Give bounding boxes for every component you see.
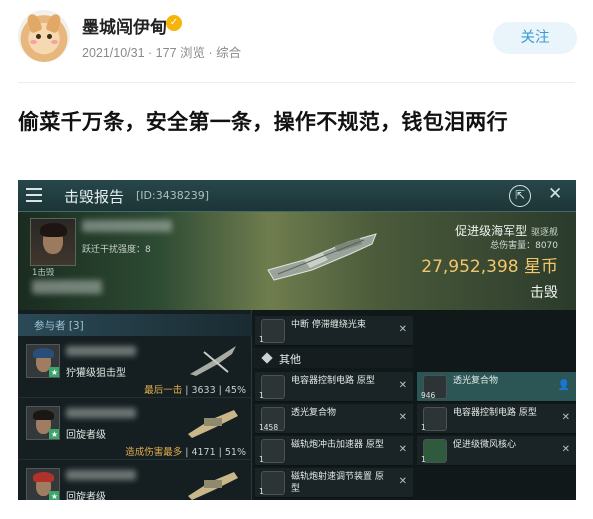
victim-ship-image (267, 233, 377, 281)
participant-avatar: ★ (26, 344, 60, 378)
star-icon: ★ (49, 491, 59, 500)
item-name: 磁轨炮射速调节装置 原型 (291, 472, 384, 494)
redacted-corp (32, 280, 102, 294)
item-row[interactable]: 1458 透光复合物 ✕ (255, 404, 413, 434)
item-row[interactable]: 1 电容器控制电路 原型 ✕ (417, 404, 576, 434)
item-icon (261, 471, 285, 495)
participant-ship-image (188, 472, 238, 500)
item-icon (261, 375, 285, 399)
post-meta: 2021/10/31 · 177 浏览 · 综合 (82, 46, 242, 60)
avatar-eye (36, 34, 41, 39)
item-name: 电容器控制电路 原型 (453, 408, 537, 418)
item-name: 透光复合物 (453, 376, 499, 386)
participant-avatar: ★ (26, 468, 60, 500)
avatar-blush (51, 40, 58, 44)
participant-ship-image (190, 346, 236, 376)
participant-avatar: ★ (26, 406, 60, 440)
item-row[interactable]: 1 促进级微风核心 ✕ (417, 436, 576, 466)
victim-portrait (30, 218, 76, 266)
close-icon: ✕ (398, 444, 407, 455)
verified-badge-icon: ✓ (166, 15, 182, 31)
person-icon: 👤 (557, 380, 570, 391)
item-icon (261, 439, 285, 463)
killmail-id: [ID:3438239] (136, 189, 209, 202)
close-icon: ✕ (398, 412, 407, 423)
participant-stats: 造成伤害最多 | 4171 | 51% (125, 447, 246, 458)
killmail-screenshot[interactable]: 击毁报告 [ID:3438239] ⇱ ✕ 跃迁干扰强度：8 1击毁 促进级海军… (18, 180, 576, 500)
avatar-ear (25, 12, 43, 34)
post-headline: 偷菜千万条，安全第一条，操作不规范，钱包泪两行 (18, 111, 508, 134)
item-icon (423, 407, 447, 431)
menu-icon (26, 188, 42, 202)
participant-stats: 最后一击 | 3633 | 45% (144, 385, 246, 396)
redacted-name (66, 346, 136, 356)
follow-button[interactable]: 关注 (493, 22, 577, 54)
killmail-title: 击毁报告 (64, 188, 125, 206)
item-name: 透光复合物 (291, 408, 337, 418)
participants-header: 参与者 [3] (18, 314, 252, 336)
participant-ship-image (188, 410, 238, 438)
participants-panel: 参与者 [3] ★ 狞獾级狙击型 最后一击 | 3633 | 45% ★ 回旋者… (18, 310, 252, 500)
item-name: 中断 停滞缠绕光束 (291, 320, 366, 330)
item-row[interactable]: 1 磁轨炮冲击加速器 原型 ✕ (255, 436, 413, 466)
redacted-name (66, 408, 136, 418)
isk-value: 27,952,398 星币 (421, 257, 558, 277)
star-icon: ★ (49, 429, 59, 439)
total-damage: 总伤害量：8070 (490, 241, 558, 251)
item-row[interactable]: 1 磁轨炮射速调节装置 原型 ✕ (255, 468, 413, 498)
pilot-small-label: 1击毁 (32, 268, 55, 278)
participant-ship: 回旋者级 (66, 492, 106, 500)
redacted-name (66, 470, 136, 480)
close-icon: ✕ (548, 184, 563, 204)
redacted-name (82, 220, 172, 232)
pilot-subtitle: 跃迁干扰强度：8 (82, 245, 151, 255)
avatar-eye (47, 34, 52, 39)
avatar-blush (30, 40, 37, 44)
item-row[interactable]: 1 电容器控制电路 原型 ✕ (255, 372, 413, 402)
section-other: 其他 (253, 348, 413, 368)
share-icon: ⇱ (509, 185, 531, 207)
participant-row[interactable]: ★ 狞獾级狙击型 最后一击 | 3633 | 45% (18, 336, 252, 398)
dropped-items-panel: 1 中断 停滞缠绕光束 ✕ 其他 1 电容器控制电路 原型 ✕ 1458 透光复… (253, 310, 576, 500)
victim-ship-name: 促进级海军型 驱逐舰 (455, 224, 558, 238)
participant-ship: 狞獾级狙击型 (66, 368, 126, 379)
diamond-icon (261, 352, 273, 364)
participant-row[interactable]: ★ 回旋者级 (18, 460, 252, 500)
participant-ship: 回旋者级 (66, 430, 106, 441)
item-icon (261, 319, 285, 343)
header-divider (18, 82, 575, 83)
close-icon: ✕ (398, 380, 407, 391)
avatar-ear (45, 12, 63, 34)
item-row[interactable]: 1 中断 停滞缠绕光束 ✕ (255, 316, 413, 346)
author-avatar[interactable] (18, 10, 70, 62)
item-row[interactable]: 946 透光复合物 👤 (417, 372, 576, 402)
close-icon: ✕ (398, 324, 407, 335)
item-icon (423, 439, 447, 463)
participant-row[interactable]: ★ 回旋者级 造成伤害最多 | 4171 | 51% (18, 398, 252, 460)
kill-verdict: 击毁 (530, 285, 558, 301)
close-icon: ✕ (398, 476, 407, 487)
author-name[interactable]: 墨城闯伊甸 (82, 13, 167, 38)
item-name: 电容器控制电路 原型 (291, 376, 375, 386)
star-icon: ★ (49, 367, 59, 377)
close-icon: ✕ (561, 412, 570, 423)
item-name: 磁轨炮冲击加速器 原型 (291, 440, 384, 450)
close-icon: ✕ (561, 444, 570, 455)
killmail-topbar: 击毁报告 [ID:3438239] ⇱ ✕ (18, 180, 576, 212)
item-name: 促进级微风核心 (453, 440, 517, 450)
